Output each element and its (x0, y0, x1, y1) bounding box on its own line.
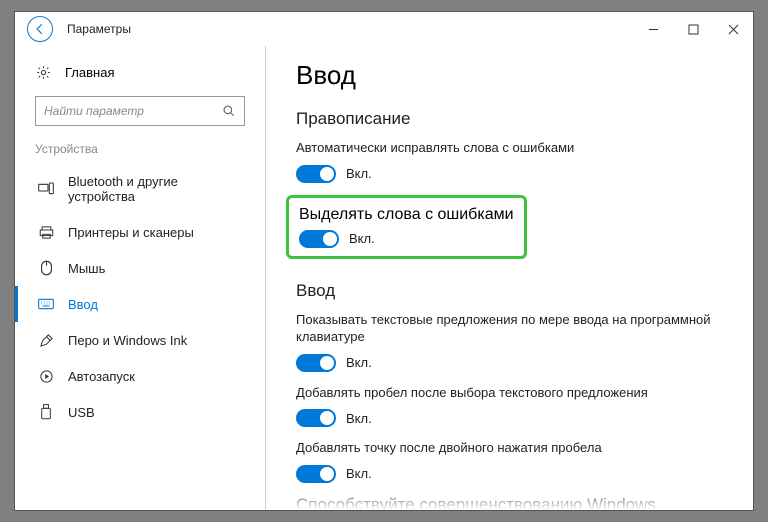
section-heading-typing: Ввод (296, 281, 727, 301)
setting-period-double-space: Добавлять точку после двойного нажатия п… (296, 439, 727, 483)
mouse-icon (38, 260, 54, 276)
toggle-state: Вкл. (346, 355, 372, 370)
search-input[interactable] (44, 104, 222, 118)
toggle-highlight-misspelled[interactable] (299, 230, 339, 248)
minimize-button[interactable] (633, 12, 673, 46)
window-controls (633, 12, 753, 46)
nav-label: Bluetooth и другие устройства (68, 174, 245, 204)
autoplay-icon (38, 368, 54, 384)
sidebar: Главная Устройства Bluetooth и другие ус… (15, 46, 265, 510)
gear-icon (35, 64, 51, 80)
sidebar-item-usb[interactable]: USB (15, 394, 265, 430)
sidebar-item-bluetooth[interactable]: Bluetooth и другие устройства (15, 164, 265, 214)
sidebar-item-autoplay[interactable]: Автозапуск (15, 358, 265, 394)
printer-icon (38, 224, 54, 240)
nav-label: Ввод (68, 297, 98, 312)
sidebar-item-printers[interactable]: Принтеры и сканеры (15, 214, 265, 250)
sidebar-item-typing[interactable]: Ввод (15, 286, 265, 322)
setting-text-suggestions: Показывать текстовые предложения по мере… (296, 311, 727, 372)
window-title: Параметры (67, 22, 131, 36)
setting-space-after-suggestion: Добавлять пробел после выбора текстового… (296, 384, 727, 428)
toggle-state: Вкл. (346, 411, 372, 426)
setting-desc: Показывать текстовые предложения по мере… (296, 311, 727, 346)
setting-desc: Добавлять пробел после выбора текстового… (296, 384, 727, 402)
pen-icon (38, 332, 54, 348)
devices-icon (38, 181, 54, 197)
setting-desc: Автоматически исправлять слова с ошибкам… (296, 139, 727, 157)
nav-label: Принтеры и сканеры (68, 225, 194, 240)
maximize-button[interactable] (673, 12, 713, 46)
setting-desc: Выделять слова с ошибками (299, 206, 514, 224)
home-nav[interactable]: Главная (15, 58, 265, 86)
toggle-space-after[interactable] (296, 409, 336, 427)
setting-autocorrect: Автоматически исправлять слова с ошибкам… (296, 139, 727, 183)
nav-label: USB (68, 405, 95, 420)
home-label: Главная (65, 65, 114, 80)
nav-label: Перо и Windows Ink (68, 333, 187, 348)
search-icon (222, 104, 236, 118)
titlebar: Параметры (15, 12, 753, 46)
toggle-period[interactable] (296, 465, 336, 483)
usb-icon (38, 404, 54, 420)
keyboard-icon (38, 296, 54, 312)
page-title: Ввод (296, 60, 727, 91)
close-button[interactable] (713, 12, 753, 46)
sidebar-item-mouse[interactable]: Мышь (15, 250, 265, 286)
cutoff-heading: Способствуйте совершенствованию Windows (296, 495, 727, 510)
toggle-state: Вкл. (349, 231, 375, 246)
toggle-state: Вкл. (346, 166, 372, 181)
settings-window: Параметры Главная Устройства (14, 11, 754, 511)
content-area: Ввод Правописание Автоматически исправля… (270, 46, 753, 510)
search-box[interactable] (35, 96, 245, 126)
nav-label: Автозапуск (68, 369, 135, 384)
section-heading-spelling: Правописание (296, 109, 727, 129)
setting-desc: Добавлять точку после двойного нажатия п… (296, 439, 727, 457)
nav-label: Мышь (68, 261, 105, 276)
back-button[interactable] (27, 16, 53, 42)
sidebar-item-pen[interactable]: Перо и Windows Ink (15, 322, 265, 358)
toggle-text-suggestions[interactable] (296, 354, 336, 372)
toggle-state: Вкл. (346, 466, 372, 481)
divider (265, 46, 266, 510)
highlighted-setting: Выделять слова с ошибками Вкл. (286, 195, 527, 259)
sidebar-section-label: Устройства (15, 142, 265, 164)
toggle-autocorrect[interactable] (296, 165, 336, 183)
